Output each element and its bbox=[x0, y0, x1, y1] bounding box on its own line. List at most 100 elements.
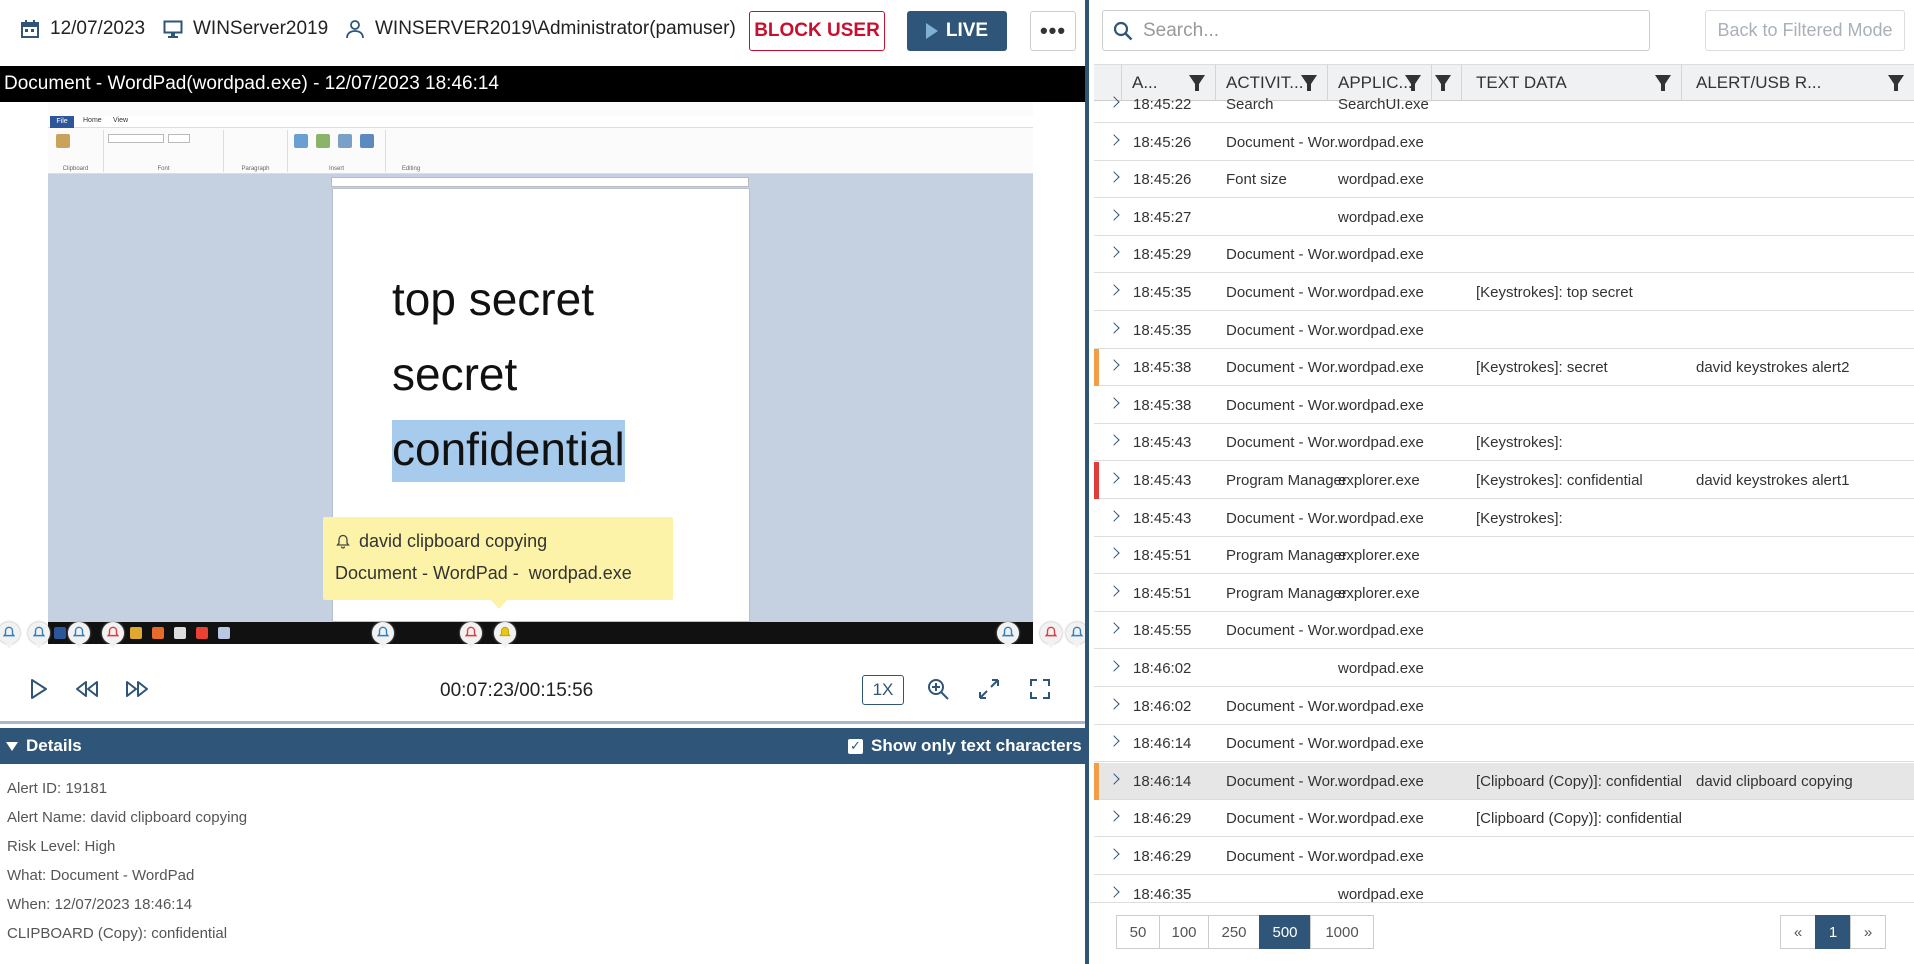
chevron-right-icon[interactable] bbox=[1108, 885, 1120, 898]
timeline-marker-red[interactable] bbox=[458, 622, 484, 654]
play-icon bbox=[925, 23, 938, 39]
chevron-right-icon[interactable] bbox=[1108, 697, 1120, 710]
live-button[interactable]: LIVE bbox=[907, 11, 1007, 51]
table-row[interactable]: 18:46:29 Document - Wor... wordpad.exe bbox=[1094, 838, 1914, 875]
page-size-50[interactable]: 50 bbox=[1116, 915, 1160, 949]
player-pane: 12/07/2023 WINServer2019 WINSERVER2019\A… bbox=[0, 0, 1085, 964]
chevron-right-icon[interactable] bbox=[1108, 246, 1120, 259]
divider bbox=[0, 721, 1085, 724]
fast-forward-button[interactable] bbox=[122, 674, 152, 704]
table-row[interactable]: 18:45:55 Document - Wor... wordpad.exe bbox=[1094, 612, 1914, 650]
timeline-marker-current[interactable] bbox=[492, 622, 518, 654]
table-row[interactable]: 18:45:43 Document - Wor... wordpad.exe [Key… bbox=[1094, 424, 1914, 462]
search-input[interactable] bbox=[1143, 19, 1623, 42]
detail-alert-id: Alert ID: 19181 bbox=[7, 780, 108, 797]
chevron-right-icon[interactable] bbox=[1108, 622, 1120, 635]
current-page-button[interactable]: 1 bbox=[1815, 915, 1851, 949]
timeline-marker-red[interactable] bbox=[100, 622, 126, 654]
table-row[interactable]: 18:45:29 Document - Wor... wordpad.exe bbox=[1094, 236, 1914, 274]
table-row[interactable]: 18:45:51 Program Manager explorer.exe bbox=[1094, 575, 1914, 612]
table-row[interactable]: 18:46:29 Document - Wor... wordpad.exe [Cli… bbox=[1094, 800, 1914, 838]
table-row[interactable]: 18:45:26 Font size wordpad.exe bbox=[1094, 161, 1914, 199]
chevron-right-icon[interactable] bbox=[1108, 509, 1120, 522]
chevron-right-icon[interactable] bbox=[1108, 359, 1120, 371]
checkbox-checked-icon[interactable]: ✓ bbox=[848, 738, 863, 754]
timeline-marker-red[interactable] bbox=[1038, 622, 1064, 654]
timeline-marker[interactable] bbox=[995, 622, 1021, 654]
cell-text-data: [Clipboard (Copy)]: confidential bbox=[1476, 772, 1682, 790]
show-only-text-checkbox[interactable]: ✓ Show only text characters bbox=[848, 736, 1082, 756]
bell-icon bbox=[336, 534, 350, 549]
resize-button[interactable] bbox=[974, 674, 1004, 704]
chevron-right-icon[interactable] bbox=[1108, 735, 1120, 747]
cell-activity: Document - Wor... bbox=[1226, 622, 1347, 640]
chevron-right-icon[interactable] bbox=[1108, 397, 1120, 409]
page-size-500[interactable]: 500 bbox=[1259, 915, 1311, 949]
timeline-marker[interactable] bbox=[66, 622, 92, 654]
timeline-marker[interactable] bbox=[370, 622, 396, 654]
page-size-1000[interactable]: 1000 bbox=[1310, 915, 1374, 949]
table-row[interactable]: 18:45:35 Document - Wor... wordpad.exe bbox=[1094, 312, 1914, 349]
expand-arrows-icon bbox=[979, 679, 999, 699]
timeline-marker[interactable] bbox=[0, 622, 22, 654]
details-header[interactable]: Details ✓ Show only text characters bbox=[0, 728, 1085, 764]
table-row[interactable]: 18:45:35 Document - Wor... wordpad.exe [Key… bbox=[1094, 274, 1914, 311]
chevron-right-icon[interactable] bbox=[1108, 321, 1120, 334]
fast-forward-icon bbox=[126, 681, 148, 697]
play-button[interactable] bbox=[23, 674, 53, 704]
table-row[interactable]: 18:45:27 wordpad.exe bbox=[1094, 199, 1914, 236]
chevron-right-icon[interactable] bbox=[1108, 133, 1120, 146]
timeline-marker[interactable] bbox=[1064, 622, 1085, 654]
fullscreen-button[interactable] bbox=[1025, 674, 1055, 704]
rewind-button[interactable] bbox=[72, 674, 102, 704]
page-size-250[interactable]: 250 bbox=[1208, 915, 1260, 949]
chevron-right-icon[interactable] bbox=[1108, 434, 1120, 447]
prev-page-button[interactable]: « bbox=[1780, 915, 1816, 949]
search-box[interactable] bbox=[1102, 10, 1650, 51]
chevron-right-icon[interactable] bbox=[1108, 585, 1120, 597]
table-row[interactable]: 18:46:14 Document - Wor... wordpad.exe [Cli… bbox=[1094, 762, 1914, 800]
cell-application: explorer.exe bbox=[1338, 547, 1420, 565]
chevron-right-icon[interactable] bbox=[1108, 660, 1120, 672]
details-toggle[interactable]: Details bbox=[6, 736, 82, 756]
table-row[interactable]: 18:45:43 Document - Wor... wordpad.exe [Key… bbox=[1094, 500, 1914, 537]
table-row[interactable]: 18:46:35 wordpad.exe bbox=[1094, 876, 1914, 902]
chevron-right-icon[interactable] bbox=[1108, 472, 1120, 484]
back-to-filtered-button[interactable]: Back to Filtered Mode bbox=[1705, 10, 1905, 51]
table-row[interactable]: 18:46:14 Document - Wor... wordpad.exe bbox=[1094, 725, 1914, 763]
cell-alert: david keystrokes alert2 bbox=[1696, 359, 1850, 377]
cell-application: explorer.exe bbox=[1338, 472, 1420, 489]
chevron-right-icon[interactable] bbox=[1108, 284, 1120, 296]
chevron-right-icon[interactable] bbox=[1108, 848, 1120, 860]
cell-time: 18:45:35 bbox=[1133, 284, 1192, 301]
chevron-right-icon[interactable] bbox=[1108, 810, 1120, 823]
chevron-right-icon[interactable] bbox=[1108, 171, 1120, 183]
chevron-right-icon[interactable] bbox=[1108, 96, 1120, 108]
chevron-right-icon[interactable] bbox=[1108, 773, 1120, 785]
table-row[interactable]: 18:45:43 Program Manager explorer.exe [Keys… bbox=[1094, 462, 1914, 499]
alert-tooltip: david clipboard copying Document - WordP… bbox=[323, 517, 673, 600]
block-user-button[interactable]: BLOCK USER bbox=[749, 11, 885, 51]
pane-splitter[interactable] bbox=[1085, 0, 1089, 964]
timeline-marker[interactable] bbox=[26, 622, 52, 654]
speed-button[interactable]: 1X bbox=[862, 675, 904, 705]
cell-application: wordpad.exe bbox=[1338, 321, 1424, 339]
table-row[interactable]: 18:46:02 wordpad.exe bbox=[1094, 650, 1914, 687]
more-options-button[interactable]: ••• bbox=[1030, 11, 1076, 51]
table-row[interactable]: 18:45:26 Document - Wor... wordpad.exe bbox=[1094, 124, 1914, 161]
playback-time: 00:07:23/00:15:56 bbox=[440, 680, 594, 701]
table-row[interactable]: 18:46:02 Document - Wor... wordpad.exe bbox=[1094, 688, 1914, 725]
font-size-box bbox=[168, 134, 190, 143]
alert-flag bbox=[1094, 199, 1099, 236]
table-row[interactable]: 18:45:51 Program Manager explorer.exe bbox=[1094, 537, 1914, 575]
next-page-button[interactable]: » bbox=[1850, 915, 1886, 949]
cell-application: wordpad.exe bbox=[1338, 359, 1424, 377]
table-row[interactable]: 18:45:38 Document - Wor... wordpad.exe [Key… bbox=[1094, 349, 1914, 387]
zoom-button[interactable] bbox=[923, 674, 953, 704]
chevron-right-icon[interactable] bbox=[1108, 547, 1120, 559]
page-size-100[interactable]: 100 bbox=[1159, 915, 1209, 949]
chevron-right-icon[interactable] bbox=[1108, 209, 1120, 221]
table-row[interactable]: 18:45:38 Document - Wor... wordpad.exe bbox=[1094, 387, 1914, 424]
table-row[interactable]: 18:45:22 Search SearchUI.exe bbox=[1094, 86, 1914, 123]
picture-icon bbox=[294, 134, 308, 148]
